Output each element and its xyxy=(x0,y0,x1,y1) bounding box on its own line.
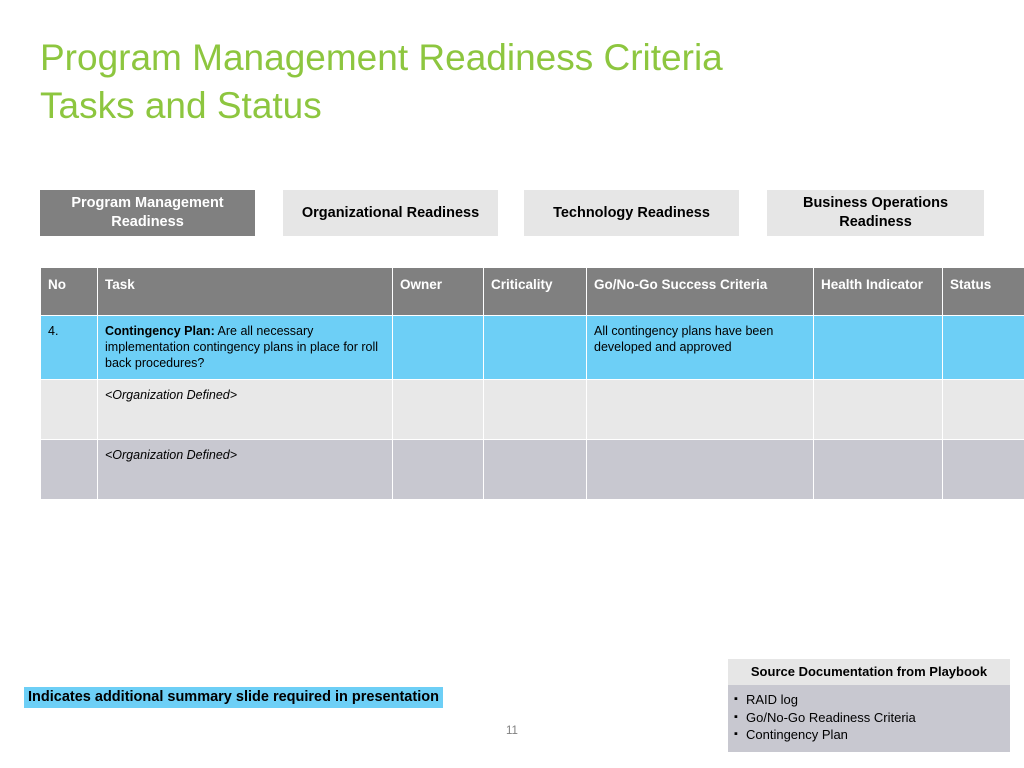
readiness-category-tabs: Program Management Readiness Organizatio… xyxy=(40,190,984,236)
table-row: <Organization Defined> xyxy=(40,379,1024,440)
cell-task: <Organization Defined> xyxy=(97,439,393,500)
column-header-success-criteria: Go/No-Go Success Criteria xyxy=(586,267,814,316)
cell-health-indicator[interactable] xyxy=(813,439,943,500)
table-header-row: No Task Owner Criticality Go/No-Go Succe… xyxy=(40,267,1024,316)
cell-no xyxy=(40,379,98,440)
list-item: RAID log xyxy=(728,691,1010,709)
tab-label: Program Management Readiness xyxy=(71,195,224,230)
cell-health-indicator[interactable] xyxy=(813,379,943,440)
column-header-criticality: Criticality xyxy=(483,267,587,316)
cell-status[interactable] xyxy=(942,439,1024,500)
summary-slide-note: Indicates additional summary slide requi… xyxy=(24,687,443,708)
cell-owner[interactable] xyxy=(392,315,484,380)
cell-criticality[interactable] xyxy=(483,439,587,500)
cell-status[interactable] xyxy=(942,315,1024,380)
cell-task: Contingency Plan: Are all necessary impl… xyxy=(97,315,393,380)
tab-label: Organizational Readiness xyxy=(301,204,480,221)
tab-technology-readiness[interactable]: Technology Readiness xyxy=(524,190,739,236)
column-header-status: Status xyxy=(942,267,1024,316)
cell-success-criteria[interactable] xyxy=(586,439,814,500)
column-header-health-indicator: Health Indicator xyxy=(813,267,943,316)
list-item: Go/No-Go Readiness Criteria xyxy=(728,709,1010,727)
cell-owner[interactable] xyxy=(392,379,484,440)
list-item: Contingency Plan xyxy=(728,726,1010,744)
source-documentation-box: Source Documentation from Playbook RAID … xyxy=(728,659,1010,752)
column-header-task: Task xyxy=(97,267,393,316)
cell-success-criteria[interactable] xyxy=(586,379,814,440)
tab-program-management-readiness[interactable]: Program Management Readiness xyxy=(40,190,255,236)
tab-business-operations-readiness[interactable]: Business Operations Readiness xyxy=(767,190,984,236)
cell-task-label: Contingency Plan: xyxy=(105,324,215,338)
cell-no xyxy=(40,439,98,500)
cell-criticality[interactable] xyxy=(483,379,587,440)
tab-label: Technology Readiness xyxy=(553,204,710,221)
source-documentation-list: RAID log Go/No-Go Readiness Criteria Con… xyxy=(728,685,1010,752)
tab-organizational-readiness[interactable]: Organizational Readiness xyxy=(283,190,498,236)
column-header-owner: Owner xyxy=(392,267,484,316)
source-documentation-title: Source Documentation from Playbook xyxy=(728,659,1010,685)
cell-status[interactable] xyxy=(942,379,1024,440)
cell-success-criteria: All contingency plans have been develope… xyxy=(586,315,814,380)
cell-task-text: <Organization Defined> xyxy=(105,448,238,462)
cell-no: 4. xyxy=(40,315,98,380)
tab-label: Business Operations Readiness xyxy=(802,195,949,230)
cell-owner[interactable] xyxy=(392,439,484,500)
table-row: <Organization Defined> xyxy=(40,439,1024,500)
page-title: Program Management Readiness Criteria Ta… xyxy=(40,34,940,130)
page-title-line-1: Program Management Readiness Criteria xyxy=(40,37,723,78)
page-title-line-2: Tasks and Status xyxy=(40,85,322,126)
cell-task: <Organization Defined> xyxy=(97,379,393,440)
column-header-no: No xyxy=(40,267,98,316)
cell-health-indicator[interactable] xyxy=(813,315,943,380)
readiness-criteria-table: No Task Owner Criticality Go/No-Go Succe… xyxy=(40,267,1024,500)
cell-criticality[interactable] xyxy=(483,315,587,380)
cell-task-text: <Organization Defined> xyxy=(105,388,238,402)
table-row: 4. Contingency Plan: Are all necessary i… xyxy=(40,315,1024,380)
